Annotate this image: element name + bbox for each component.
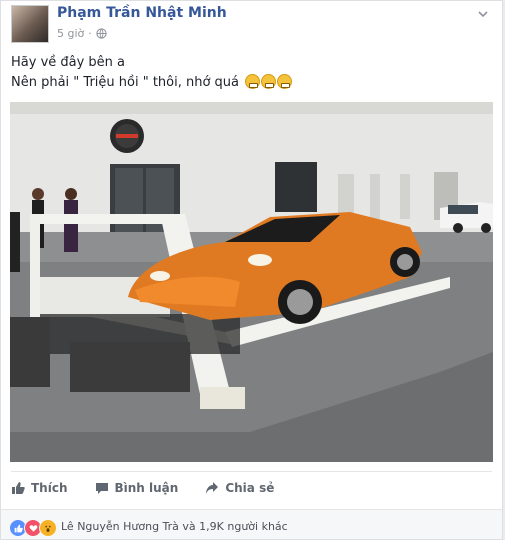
grinning-face-icon bbox=[277, 74, 293, 89]
post-text-line-2-content: Nên phải " Triệu hồi " thôi, nhớ quá bbox=[11, 75, 240, 90]
comment-icon bbox=[95, 483, 108, 494]
supercar-tow-truck-image bbox=[10, 102, 493, 462]
separator-dot: · bbox=[88, 27, 92, 40]
comment-label: Bình luận bbox=[114, 481, 179, 495]
post-actions: Thích Bình luận Chia sẻ bbox=[11, 481, 301, 495]
reaction-icons[interactable] bbox=[9, 519, 57, 537]
thumbs-up-icon bbox=[12, 482, 25, 494]
reactions-summary[interactable]: Lê Nguyễn Hương Trà và 1,9K người khác bbox=[61, 520, 288, 533]
globe-icon bbox=[96, 28, 107, 39]
post-text-line-2: Nên phải " Triệu hồi " thôi, nhớ quá bbox=[11, 73, 293, 93]
post-text: Hãy về đây bên a Nên phải " Triệu hồi " … bbox=[11, 53, 293, 93]
reactions-bar: Lê Nguyễn Hương Trà và 1,9K người khác bbox=[1, 509, 502, 539]
comment-button[interactable]: Bình luận bbox=[95, 481, 179, 495]
author-avatar[interactable] bbox=[11, 5, 49, 43]
wow-reaction-icon bbox=[39, 519, 57, 537]
like-button[interactable]: Thích bbox=[11, 481, 68, 495]
share-icon bbox=[206, 482, 219, 494]
post-card: Phạm Trần Nhật Minh 5 giờ · Hãy về đây b… bbox=[0, 0, 503, 540]
grinning-face-icon bbox=[261, 74, 277, 89]
author-name[interactable]: Phạm Trần Nhật Minh bbox=[57, 5, 227, 21]
grinning-face-icon bbox=[245, 74, 261, 89]
actions-divider bbox=[11, 471, 492, 472]
post-meta: 5 giờ · bbox=[57, 27, 107, 40]
like-label: Thích bbox=[31, 481, 68, 495]
emoji-group bbox=[245, 74, 293, 89]
post-photo[interactable] bbox=[10, 102, 493, 462]
chevron-down-icon[interactable] bbox=[476, 7, 490, 21]
post-time[interactable]: 5 giờ bbox=[57, 27, 84, 40]
share-label: Chia sẻ bbox=[225, 481, 275, 495]
share-button[interactable]: Chia sẻ bbox=[205, 481, 274, 495]
post-text-line-1: Hãy về đây bên a bbox=[11, 55, 126, 70]
